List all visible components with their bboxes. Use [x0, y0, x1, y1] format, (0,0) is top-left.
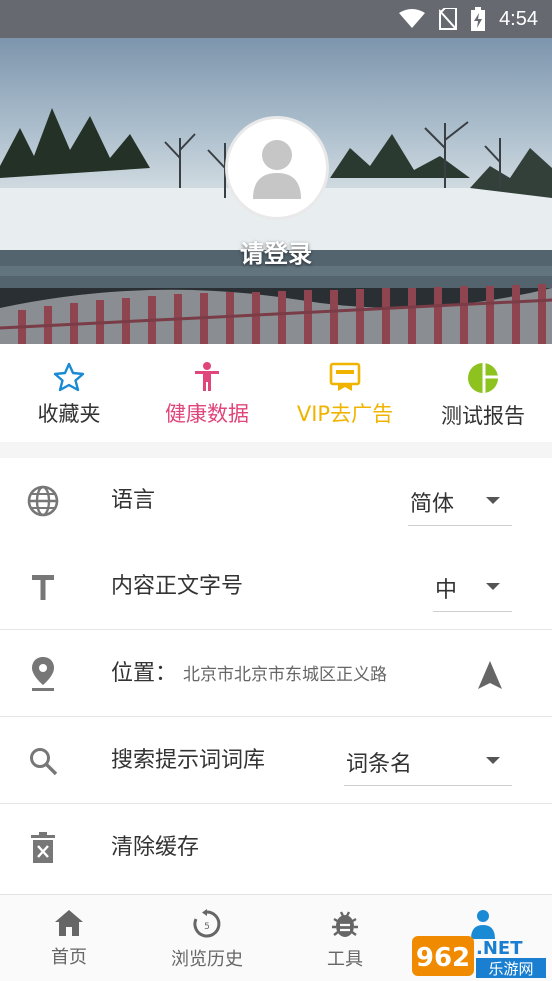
chevron-down-icon — [486, 497, 500, 504]
language-dropdown[interactable]: 简体 — [408, 480, 512, 526]
test-report-button[interactable]: 测试报告 — [414, 344, 552, 442]
search-lexicon-row[interactable]: 搜索提示词词库 词条名 — [0, 718, 552, 804]
nav-home-label: 首页 — [51, 947, 87, 968]
health-data-label: 健康数据 — [165, 402, 249, 426]
text-size-icon — [26, 570, 60, 604]
font-size-dropdown[interactable]: 中 — [433, 566, 512, 612]
watermark-text: 962 — [416, 943, 470, 973]
font-size-row[interactable]: 内容正文字号 中 — [0, 544, 552, 630]
quick-actions: 收藏夹 健康数据 VIP去广告 测试报告 — [0, 344, 552, 442]
nav-tools[interactable]: 工具 — [276, 895, 414, 981]
vip-remove-ads-button[interactable]: VIP去广告 — [276, 344, 414, 442]
history-icon: 5 — [193, 909, 221, 938]
login-prompt[interactable]: 请登录 — [0, 234, 552, 269]
profile-header: 请登录 — [0, 38, 552, 344]
settings-list: 语言 简体 内容正文字号 中 位置： 北京市北京市东城区正义路 搜索提示词词库 词… — [0, 458, 552, 894]
watermark-suffix: .NET — [476, 938, 523, 959]
user-silhouette-icon — [253, 140, 301, 199]
vip-remove-ads-label: VIP去广告 — [296, 402, 394, 426]
person-icon — [195, 362, 219, 391]
watermark-sub: 乐游网 — [488, 960, 533, 978]
search-icon — [26, 744, 60, 778]
pie-chart-icon — [468, 363, 498, 393]
no-sim-icon — [439, 8, 458, 30]
favorites-button[interactable]: 收藏夹 — [0, 344, 138, 442]
star-icon — [53, 362, 85, 392]
font-size-value: 中 — [435, 578, 458, 603]
location-row[interactable]: 位置： 北京市北京市东城区正义路 — [0, 631, 552, 717]
language-label: 语言 — [111, 488, 156, 513]
location-text: 位置： 北京市北京市东城区正义路 — [111, 631, 387, 717]
nav-history-label: 浏览历史 — [171, 949, 243, 970]
chevron-down-icon — [486, 757, 500, 764]
vip-ticket-icon — [329, 362, 361, 391]
nav-home[interactable]: 首页 — [0, 895, 138, 981]
location-value: 北京市北京市东城区正义路 — [183, 665, 388, 685]
svg-text:5: 5 — [204, 922, 210, 932]
navigation-arrow-icon[interactable] — [478, 661, 502, 689]
test-report-label: 测试报告 — [441, 404, 525, 428]
search-lexicon-value: 词条名 — [346, 752, 413, 777]
trash-icon — [26, 831, 60, 865]
nav-history[interactable]: 5 浏览历史 — [138, 895, 276, 981]
home-icon — [55, 910, 83, 936]
language-value: 简体 — [410, 492, 455, 517]
location-pin-icon — [26, 657, 60, 691]
search-lexicon-label: 搜索提示词词库 — [111, 748, 266, 773]
search-lexicon-dropdown[interactable]: 词条名 — [344, 740, 512, 786]
status-bar: 4:54 — [0, 0, 552, 38]
clear-cache-row[interactable]: 清除缓存 — [0, 805, 552, 891]
location-label: 位置： — [111, 661, 178, 686]
avatar[interactable] — [225, 116, 329, 220]
status-time: 4:54 — [499, 7, 538, 30]
watermark-logo: 962 .NET 乐游网 — [412, 936, 546, 978]
health-data-button[interactable]: 健康数据 — [138, 344, 276, 442]
nav-tools-label: 工具 — [327, 949, 363, 970]
font-size-label: 内容正文字号 — [111, 574, 244, 599]
wifi-icon — [399, 9, 426, 28]
language-row[interactable]: 语言 简体 — [0, 458, 552, 544]
divider — [0, 629, 552, 630]
battery-charging-icon — [471, 7, 486, 31]
divider — [0, 803, 552, 804]
divider — [0, 716, 552, 717]
clear-cache-label: 清除缓存 — [111, 835, 200, 860]
bug-tool-icon — [332, 911, 358, 937]
globe-icon — [26, 484, 60, 518]
favorites-label: 收藏夹 — [37, 402, 101, 426]
chevron-down-icon — [486, 583, 500, 590]
